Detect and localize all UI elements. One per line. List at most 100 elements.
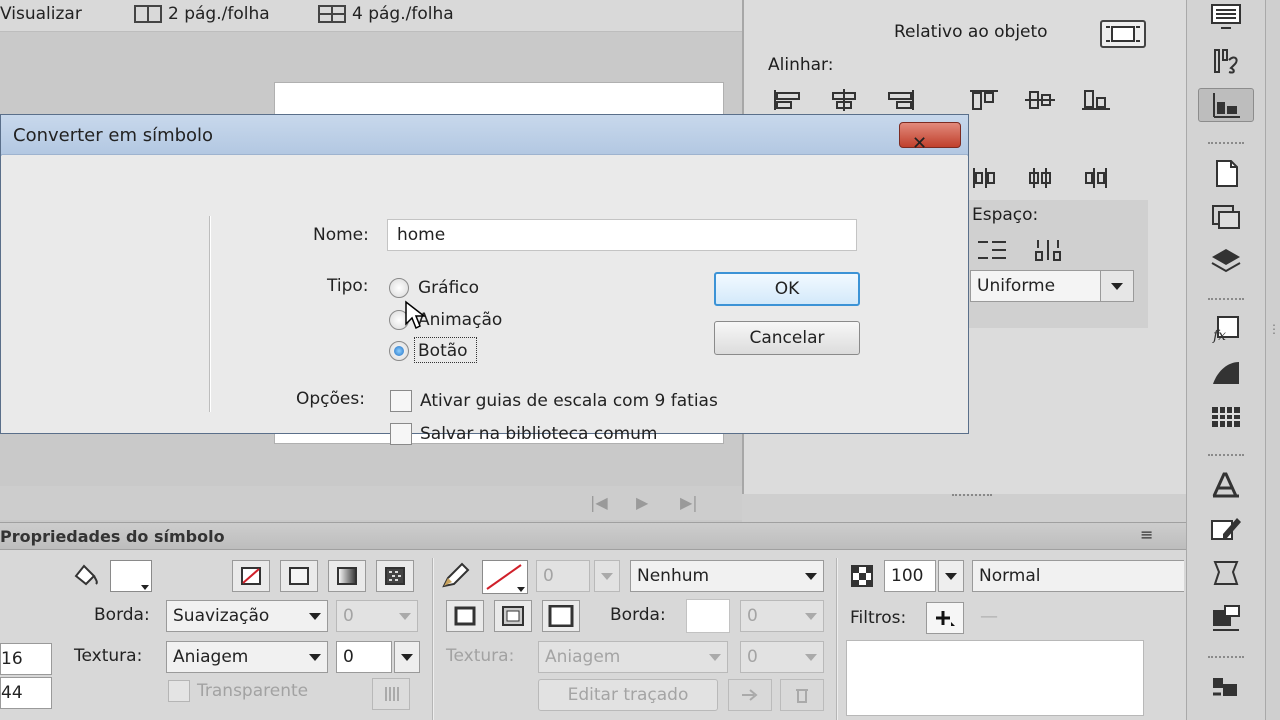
x-position-value: 16 <box>1 649 23 669</box>
library-panel-icon[interactable] <box>1198 44 1254 78</box>
align-top-icon[interactable] <box>968 88 1000 112</box>
transform-panel-icon[interactable] <box>1198 200 1254 234</box>
pencil-icon <box>440 562 470 590</box>
last-frame-icon[interactable]: ▶| <box>680 493 698 512</box>
stroke-panel-icon[interactable] <box>1198 512 1254 546</box>
character-panel-icon[interactable] <box>1198 468 1254 502</box>
mouse-cursor-icon <box>404 300 430 330</box>
fill-border-amount: 0 <box>336 600 418 632</box>
effects-panel-icon[interactable]: fx <box>1198 312 1254 346</box>
symbol-name-input[interactable] <box>387 219 857 251</box>
properties-panel-header[interactable]: Propriedades do símbolo ≡ <box>0 522 1186 550</box>
filters-label: Filtros: <box>850 608 907 628</box>
section-divider <box>836 558 838 720</box>
blend-mode-select[interactable]: Normal <box>972 560 1184 592</box>
two-pages-button[interactable]: 2 pág./folha <box>134 4 270 24</box>
fill-texture-select[interactable]: Aniagem <box>166 641 328 673</box>
opacity-dropdown[interactable] <box>938 560 964 592</box>
project-panel-icon[interactable] <box>1198 670 1254 704</box>
four-pages-label: 4 pág./folha <box>352 4 454 24</box>
components-panel-icon[interactable] <box>1198 600 1254 634</box>
four-pages-button[interactable]: 4 pág./folha <box>318 4 454 24</box>
stroke-style-value: Nenhum <box>637 566 710 586</box>
shared-library-checkbox[interactable] <box>390 423 412 445</box>
stroke-width-value: 0 <box>543 566 554 586</box>
grip-icon[interactable]: ⋮ <box>1268 322 1280 336</box>
distribute-right-icon[interactable] <box>1080 166 1112 190</box>
options-label: Opções: <box>296 389 365 409</box>
space-mode-dropdown[interactable] <box>1100 270 1134 302</box>
transparent-checkbox[interactable] <box>168 680 190 702</box>
panel-resize-grip[interactable] <box>952 494 992 500</box>
stroke-center-button[interactable] <box>494 600 532 632</box>
fill-gradient-button[interactable] <box>328 560 366 592</box>
align-right-icon[interactable] <box>884 88 916 112</box>
stroke-border-swatch <box>686 599 730 633</box>
stroke-width-dropdown <box>594 560 620 592</box>
chevron-down-icon <box>517 587 525 592</box>
opacity-value: 100 <box>891 566 924 586</box>
properties-panel-icon[interactable] <box>1198 0 1254 34</box>
fill-color-swatch[interactable] <box>110 560 152 592</box>
stage-frame-icon <box>1106 26 1140 42</box>
first-frame-icon[interactable]: |◀ <box>590 493 608 512</box>
relative-to-stage-button[interactable] <box>1100 20 1146 48</box>
fill-none-button[interactable] <box>232 560 270 592</box>
fill-texture-button[interactable] <box>376 560 414 592</box>
distribute-left-icon[interactable] <box>968 166 1000 190</box>
ok-button[interactable]: OK <box>714 272 860 306</box>
close-button[interactable]: ✕ <box>899 122 961 154</box>
shared-library-label[interactable]: Salvar na biblioteca comum <box>420 424 658 444</box>
x-position-field[interactable]: 16 <box>0 643 52 675</box>
nine-slice-label[interactable]: Ativar guias de escala com 9 fatias <box>420 391 718 411</box>
panel-menu-icon[interactable]: ≡ <box>1140 525 1153 544</box>
align-vertical-center-icon[interactable] <box>1024 88 1056 112</box>
fill-solid-button[interactable] <box>280 560 318 592</box>
stroke-outside-button[interactable] <box>542 600 580 632</box>
gradient-panel-icon[interactable] <box>1198 356 1254 390</box>
window-edge: ⋮ <box>1266 0 1280 720</box>
stroke-color-swatch[interactable] <box>482 560 528 594</box>
stroke-texture-amount: 0 <box>740 641 824 673</box>
fill-border-label: Borda: <box>94 605 150 625</box>
distribute-center-icon[interactable] <box>1024 166 1056 190</box>
fill-texture-amount-dropdown[interactable] <box>394 641 420 673</box>
filters-list[interactable] <box>846 640 1144 716</box>
align-panel-icon[interactable] <box>1198 88 1254 122</box>
opacity-field[interactable]: 100 <box>884 560 936 592</box>
blend-mode-value: Normal <box>979 566 1041 586</box>
nine-slice-checkbox[interactable] <box>390 390 412 412</box>
align-left-icon[interactable] <box>772 88 804 112</box>
align-bottom-icon[interactable] <box>1080 88 1112 112</box>
pages-panel-icon[interactable] <box>1198 156 1254 190</box>
space-horizontal-icon[interactable] <box>1032 238 1064 262</box>
free-transform-panel-icon[interactable] <box>1198 556 1254 590</box>
type-graphic-label[interactable]: Gráfico <box>418 278 479 298</box>
swatches-panel-icon[interactable] <box>1198 400 1254 434</box>
type-button-label[interactable]: Botão <box>418 341 468 361</box>
align-horizontal-center-icon[interactable] <box>828 88 860 112</box>
type-label: Tipo: <box>327 276 369 296</box>
type-button-radio[interactable] <box>389 341 409 361</box>
space-vertical-icon[interactable] <box>976 238 1008 262</box>
stroke-arrow-button <box>728 679 772 711</box>
layers-panel-icon[interactable] <box>1198 244 1254 278</box>
visualize-button[interactable]: Visualizar <box>0 4 82 24</box>
stroke-inside-button[interactable] <box>446 600 484 632</box>
play-icon[interactable]: ▶ <box>636 493 648 512</box>
type-graphic-radio[interactable] <box>389 278 409 298</box>
panel-dock: fx <box>1186 0 1266 720</box>
cancel-button[interactable]: Cancelar <box>714 321 860 355</box>
stroke-style-select[interactable]: Nenhum <box>630 560 824 592</box>
dialog-titlebar[interactable]: Converter em símbolo ✕ <box>1 115 968 155</box>
chevron-down-icon <box>945 573 957 580</box>
chevron-down-icon <box>601 573 613 580</box>
texture-options-button[interactable] <box>372 678 410 710</box>
fill-texture-amount[interactable]: 0 <box>336 641 392 673</box>
type-movieclip-label[interactable]: Animação <box>418 310 502 330</box>
y-position-field[interactable]: 44 <box>0 677 52 709</box>
fill-border-select[interactable]: Suavização <box>166 600 328 632</box>
transparent-label: Transparente <box>197 681 309 701</box>
section-divider <box>432 558 434 720</box>
add-filter-button[interactable] <box>926 602 964 634</box>
